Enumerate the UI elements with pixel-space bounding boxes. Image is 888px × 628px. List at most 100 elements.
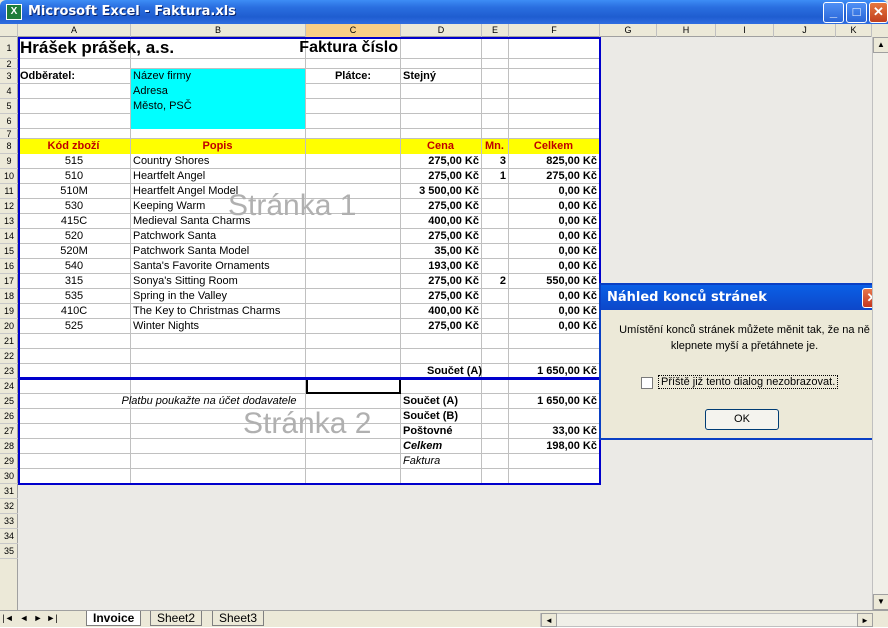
payer-value-cell[interactable]: Stejný bbox=[403, 69, 479, 84]
table-cell-price[interactable]: 275,00 Kč bbox=[403, 319, 479, 334]
table-cell-desc[interactable]: Sonya's Sitting Room bbox=[133, 274, 303, 289]
table-cell-total[interactable]: 0,00 Kč bbox=[511, 244, 597, 259]
table-cell-desc[interactable]: Winter Nights bbox=[133, 319, 303, 334]
table-cell-desc[interactable]: Spring in the Valley bbox=[133, 289, 303, 304]
table-cell-code[interactable]: 535 bbox=[20, 289, 128, 304]
row-header-27[interactable]: 27 bbox=[0, 424, 18, 439]
postage-label-cell[interactable]: Poštovné bbox=[403, 424, 479, 439]
excel-app-icon[interactable]: X bbox=[6, 4, 22, 20]
table-cell-code[interactable]: 410C bbox=[20, 304, 128, 319]
table-cell-qty[interactable] bbox=[484, 229, 506, 244]
row-header-24[interactable]: 24 bbox=[0, 379, 18, 394]
maximize-button[interactable]: □ bbox=[846, 2, 867, 23]
table-cell-total[interactable]: 0,00 Kč bbox=[511, 199, 597, 214]
table-cell-price[interactable]: 3 500,00 Kč bbox=[403, 184, 479, 199]
row-header-13[interactable]: 13 bbox=[0, 214, 18, 229]
table-cell-qty[interactable] bbox=[484, 289, 506, 304]
tab-invoice[interactable]: Invoice bbox=[86, 611, 142, 626]
select-all-corner[interactable] bbox=[0, 24, 18, 37]
row-header-18[interactable]: 18 bbox=[0, 289, 18, 304]
row-header-7[interactable]: 7 bbox=[0, 129, 18, 139]
table-cell-total[interactable]: 825,00 Kč bbox=[511, 154, 597, 169]
col-header-k[interactable]: K bbox=[836, 24, 872, 37]
customer-name-cell[interactable]: Název firmy bbox=[131, 69, 305, 84]
subtotal-label-cell[interactable]: Součet (A) bbox=[403, 364, 506, 379]
table-cell-code[interactable]: 520 bbox=[20, 229, 128, 244]
col-header-desc[interactable]: Popis bbox=[131, 139, 305, 154]
table-cell-price[interactable]: 193,00 Kč bbox=[403, 259, 479, 274]
table-cell-price[interactable]: 35,00 Kč bbox=[403, 244, 479, 259]
row-header-28[interactable]: 28 bbox=[0, 439, 18, 454]
row-header-9[interactable]: 9 bbox=[0, 154, 18, 169]
row-header-12[interactable]: 12 bbox=[0, 199, 18, 214]
row-header-20[interactable]: 20 bbox=[0, 319, 18, 334]
table-cell-desc[interactable]: Santa's Favorite Ornaments bbox=[133, 259, 303, 274]
row-header-25[interactable]: 25 bbox=[0, 394, 18, 409]
scroll-right-icon[interactable]: ► bbox=[857, 613, 873, 627]
address-cell[interactable] bbox=[131, 114, 305, 129]
col-header-f[interactable]: F bbox=[509, 24, 600, 37]
header-fill-cell[interactable] bbox=[306, 139, 400, 154]
active-cell-c24[interactable] bbox=[306, 378, 401, 394]
row-header-23[interactable]: 23 bbox=[0, 364, 18, 379]
table-cell-total[interactable]: 550,00 Kč bbox=[511, 274, 597, 289]
table-cell-total[interactable]: 0,00 Kč bbox=[511, 304, 597, 319]
table-cell-total[interactable]: 0,00 Kč bbox=[511, 214, 597, 229]
tab-sheet2[interactable]: Sheet2 bbox=[150, 611, 203, 626]
row-header-30[interactable]: 30 bbox=[0, 469, 18, 484]
row-header-19[interactable]: 19 bbox=[0, 304, 18, 319]
ok-button[interactable]: OK bbox=[705, 409, 779, 430]
table-cell-desc[interactable]: Country Shores bbox=[133, 154, 303, 169]
customer-address-cell[interactable]: Adresa bbox=[131, 84, 305, 99]
table-cell-desc[interactable]: Patchwork Santa Model bbox=[133, 244, 303, 259]
row-header-26[interactable]: 26 bbox=[0, 409, 18, 424]
tab-sheet3[interactable]: Sheet3 bbox=[212, 611, 265, 626]
col-header-j[interactable]: J bbox=[774, 24, 836, 37]
table-cell-price[interactable]: 275,00 Kč bbox=[403, 274, 479, 289]
row-header-33[interactable]: 33 bbox=[0, 514, 18, 529]
sum-a-value-cell[interactable]: 1 650,00 Kč bbox=[511, 394, 597, 409]
col-header-b[interactable]: B bbox=[131, 24, 306, 37]
row-header-16[interactable]: 16 bbox=[0, 259, 18, 274]
row-header-32[interactable]: 32 bbox=[0, 499, 18, 514]
table-cell-price[interactable]: 400,00 Kč bbox=[403, 214, 479, 229]
total-label-cell[interactable]: Celkem bbox=[403, 439, 479, 454]
table-cell-code[interactable]: 530 bbox=[20, 199, 128, 214]
minimize-button[interactable]: _ bbox=[823, 2, 844, 23]
row-header-8[interactable]: 8 bbox=[0, 139, 18, 154]
customer-city-cell[interactable]: Město, PSČ bbox=[131, 99, 305, 114]
table-cell-price[interactable]: 275,00 Kč bbox=[403, 199, 479, 214]
row-header-3[interactable]: 3 bbox=[0, 69, 18, 84]
row-header-11[interactable]: 11 bbox=[0, 184, 18, 199]
table-cell-qty[interactable]: 2 bbox=[484, 274, 506, 289]
table-cell-qty[interactable] bbox=[484, 244, 506, 259]
payer-label-cell[interactable]: Plátce: bbox=[308, 69, 398, 84]
table-cell-total[interactable]: 0,00 Kč bbox=[511, 289, 597, 304]
table-cell-qty[interactable] bbox=[484, 199, 506, 214]
row-header-31[interactable]: 31 bbox=[0, 484, 18, 499]
row-header-15[interactable]: 15 bbox=[0, 244, 18, 259]
table-cell-total[interactable]: 0,00 Kč bbox=[511, 229, 597, 244]
total-value-cell[interactable]: 198,00 Kč bbox=[511, 439, 597, 454]
dialog-title[interactable]: Náhled konců stránek bbox=[601, 285, 884, 310]
scroll-up-icon[interactable]: ▲ bbox=[873, 37, 888, 53]
table-cell-qty[interactable] bbox=[484, 184, 506, 199]
row-header-2[interactable]: 2 bbox=[0, 59, 18, 69]
row-header-22[interactable]: 22 bbox=[0, 349, 18, 364]
table-cell-total[interactable]: 0,00 Kč bbox=[511, 259, 597, 274]
sum-a-label-cell[interactable]: Součet (A) bbox=[403, 394, 479, 409]
row-header-34[interactable]: 34 bbox=[0, 529, 18, 544]
table-cell-price[interactable]: 275,00 Kč bbox=[403, 289, 479, 304]
dont-show-again-label[interactable]: Příště již tento dialog nezobrazovat. bbox=[658, 375, 839, 389]
table-cell-qty[interactable]: 3 bbox=[484, 154, 506, 169]
table-cell-price[interactable]: 275,00 Kč bbox=[403, 169, 479, 184]
row-header-21[interactable]: 21 bbox=[0, 334, 18, 349]
last-sheet-icon[interactable]: ►| bbox=[46, 613, 58, 623]
col-header-i[interactable]: I bbox=[716, 24, 774, 37]
table-cell-price[interactable]: 275,00 Kč bbox=[403, 229, 479, 244]
table-cell-code[interactable]: 520M bbox=[20, 244, 128, 259]
table-cell-desc[interactable]: Heartfelt Angel bbox=[133, 169, 303, 184]
col-header-c[interactable]: C bbox=[306, 24, 401, 37]
table-cell-total[interactable]: 0,00 Kč bbox=[511, 184, 597, 199]
prev-sheet-icon[interactable]: ◄ bbox=[18, 613, 30, 623]
